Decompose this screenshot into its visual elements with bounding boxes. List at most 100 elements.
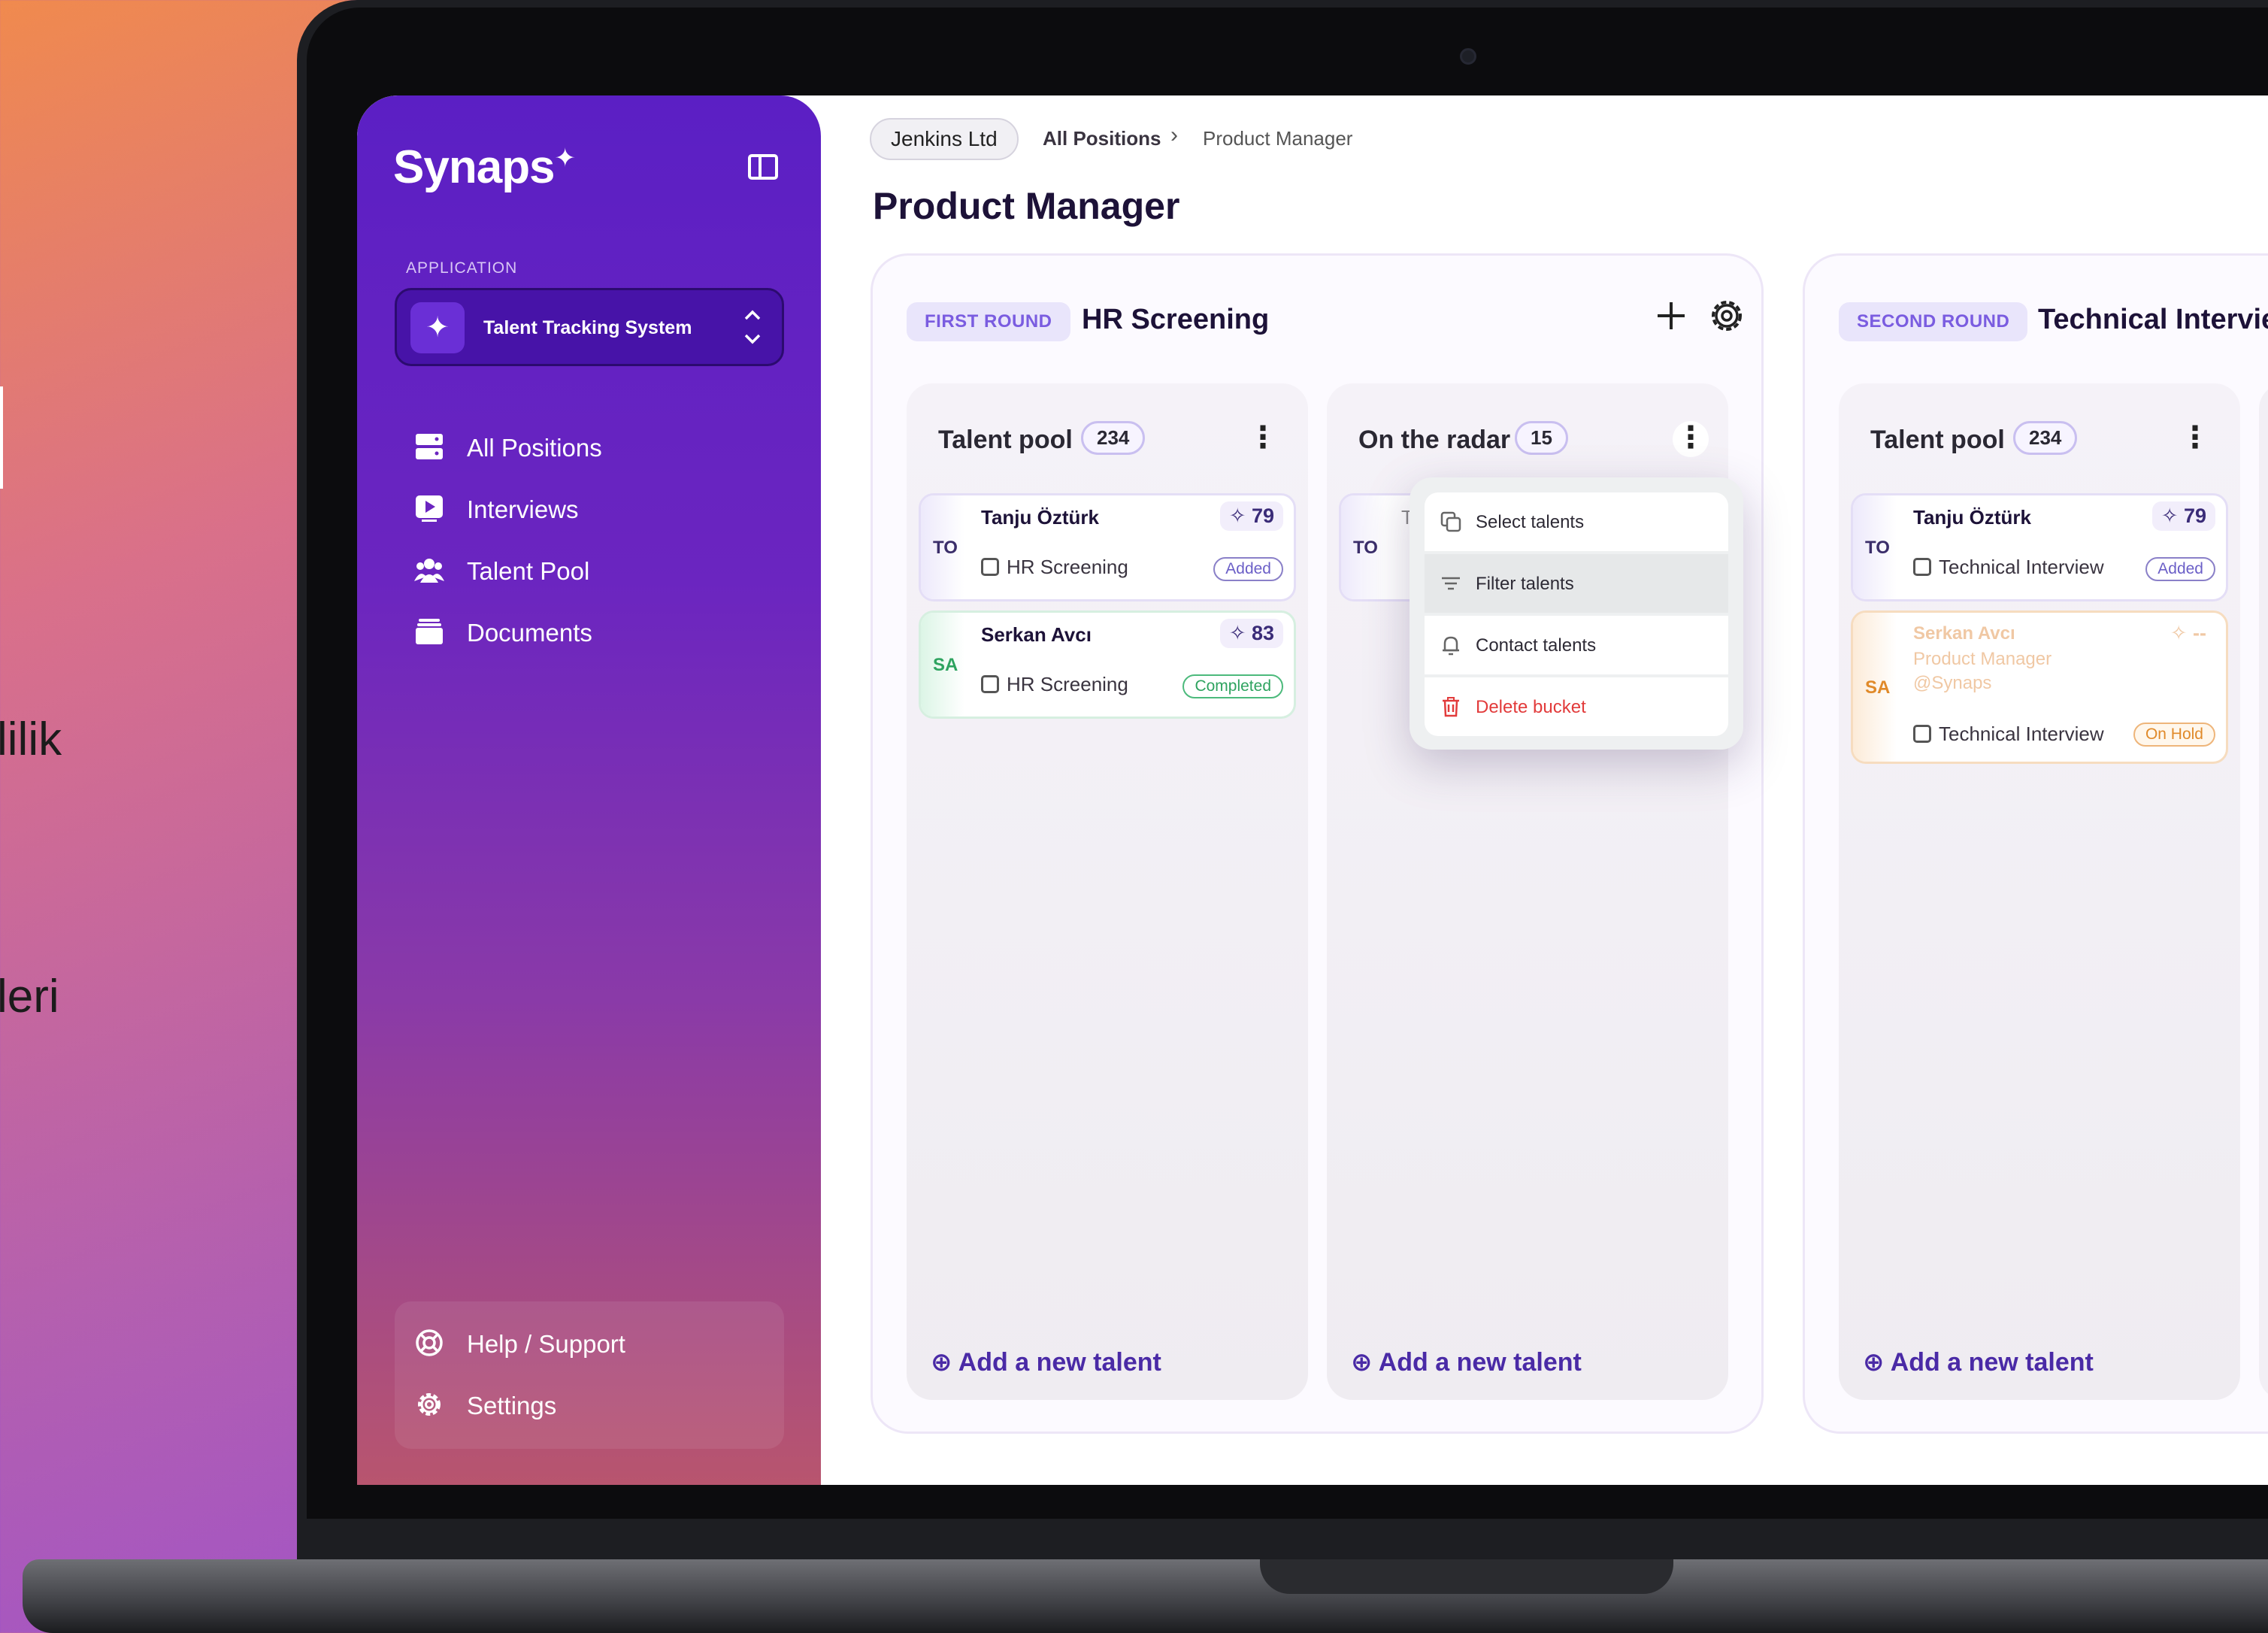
score-badge: ✧ 83 — [1219, 619, 1283, 648]
stage-label: Technical Interview — [1913, 723, 2104, 746]
breadcrumb-current: Product Manager — [1203, 127, 1353, 150]
application-label: APPLICATION — [406, 259, 518, 277]
talent-card[interactable]: SA Serkan Avcı ✧ 83 HR Screening Complet… — [919, 610, 1296, 719]
round-title: HR Screening — [1082, 304, 1270, 335]
round-tag: SECOND ROUND — [1839, 302, 2028, 341]
sidebar: Synaps✦ APPLICATION ✦ Talent Tracking Sy… — [357, 95, 821, 1485]
stage-label: HR Screening — [981, 673, 1128, 696]
talent-name: Tanju Öztürk — [1913, 506, 2031, 529]
sidebar-footer: Help / Support Settings — [395, 1301, 784, 1449]
talent-name: Serkan Avcı — [981, 623, 1092, 646]
more-vertical-icon[interactable]: ⋮ — [1246, 421, 1279, 459]
score-badge: ✧ 79 — [1219, 501, 1283, 531]
plus-circle-icon: ⊕ — [1351, 1348, 1379, 1377]
app-screen: Synaps✦ APPLICATION ✦ Talent Tracking Sy… — [357, 95, 2268, 1485]
menu-item-delete-bucket[interactable]: Delete bucket — [1425, 677, 1728, 736]
talent-org: @Synaps — [1913, 673, 1992, 693]
sparkle-icon: ✧ — [1228, 504, 1252, 527]
count-badge: 15 — [1515, 421, 1568, 455]
menu-item-select-talents[interactable]: Select talents — [1425, 492, 1728, 551]
sparkle-icon: ✧ — [2161, 504, 2184, 527]
add-talent-button[interactable]: ⊕ Add a new talent — [1351, 1347, 1582, 1377]
background-bar — [0, 386, 3, 489]
breadcrumb-section[interactable]: All Positions — [1043, 127, 1161, 150]
avatar: TO — [1353, 538, 1378, 558]
sidebar-item-label: Talent Pool — [467, 557, 590, 585]
chevron-right-icon: › — [1170, 123, 1178, 147]
background-text: leri — [0, 971, 59, 1023]
user-square-icon — [1913, 558, 1931, 576]
sidebar-collapse-icon[interactable] — [748, 154, 778, 180]
sidebar-item-settings[interactable]: Settings — [414, 1386, 760, 1423]
add-bucket-icon[interactable] — [1655, 298, 1688, 341]
status-badge: Added — [1213, 557, 1283, 581]
round-title: Technical Intervie — [2038, 304, 2268, 335]
sidebar-item-interviews[interactable]: Interviews — [414, 489, 760, 527]
plus-circle-icon: ⊕ — [931, 1348, 958, 1377]
count-badge: 234 — [2013, 421, 2078, 455]
sidebar-item-all-positions[interactable]: All Positions — [414, 428, 760, 465]
logo: Synaps✦ — [393, 141, 576, 193]
bucket-title: Talent pool — [1870, 426, 2005, 454]
status-badge: Added — [2145, 557, 2215, 581]
avatar: SA — [1865, 677, 1891, 698]
more-vertical-icon[interactable]: ⋮ — [2179, 421, 2212, 459]
sidebar-item-talent-pool[interactable]: Talent Pool — [414, 551, 760, 589]
bucket-title: Talent pool — [938, 426, 1073, 454]
laptop-base — [23, 1559, 2268, 1633]
sidebar-item-label: Settings — [467, 1392, 557, 1419]
sparkle-icon: ✦ — [410, 302, 465, 353]
play-icon — [416, 495, 443, 522]
user-square-icon — [981, 558, 999, 576]
breadcrumb-org[interactable]: Jenkins Ltd — [870, 118, 1019, 160]
menu-item-label: Filter talents — [1476, 574, 1574, 594]
sidebar-item-label: All Positions — [467, 434, 602, 462]
talent-position: Product Manager — [1913, 649, 2052, 669]
sidebar-item-label: Documents — [467, 619, 592, 647]
talent-card[interactable]: SA Serkan Avcı Product Manager @Synaps ✧… — [1851, 610, 2228, 764]
round-column: SECOND ROUND Technical Intervie Talent p… — [1803, 253, 2268, 1434]
sidebar-item-label: Interviews — [467, 495, 579, 523]
stage-label: Technical Interview — [1913, 556, 2104, 579]
trash-icon — [1443, 697, 1459, 717]
status-badge: Completed — [1182, 674, 1283, 698]
status-badge: On Hold — [2133, 723, 2215, 747]
count-badge: 234 — [1081, 421, 1146, 455]
application-name: Talent Tracking System — [483, 317, 692, 338]
bucket-context-menu: Select talents Filter talents Contact ta… — [1410, 477, 1743, 750]
round-tag: FIRST ROUND — [907, 302, 1070, 341]
bell-icon — [1443, 636, 1459, 656]
user-square-icon — [1913, 725, 1931, 743]
copy-icon — [1440, 511, 1461, 532]
avatar: TO — [1865, 538, 1890, 558]
server-icon — [416, 434, 443, 459]
menu-item-filter-talents[interactable]: Filter talents — [1425, 554, 1728, 613]
user-square-icon — [981, 675, 999, 693]
sparkle-icon: ✧ — [2170, 622, 2194, 644]
round-column: FIRST ROUND HR Screening Talent pool 234… — [871, 253, 1764, 1434]
plus-circle-icon: ⊕ — [1863, 1348, 1891, 1377]
background-text: lilik — [0, 713, 62, 765]
talent-card[interactable]: TO Tanju Öztürk ✧ 79 HR Screening Added — [919, 493, 1296, 601]
talent-name: Serkan Avcı — [1913, 623, 2015, 644]
gear-icon[interactable] — [1709, 298, 1745, 343]
avatar: TO — [933, 538, 958, 558]
camera — [1460, 48, 1476, 65]
application-selector[interactable]: ✦ Talent Tracking System — [395, 288, 784, 366]
chevron-up-down-icon — [741, 307, 764, 350]
score-badge: ✧ 79 — [2151, 501, 2215, 531]
add-talent-button[interactable]: ⊕ Add a new talent — [931, 1347, 1161, 1377]
menu-item-label: Select talents — [1476, 512, 1585, 532]
menu-item-contact-talents[interactable]: Contact talents — [1425, 616, 1728, 674]
laptop-notch — [1260, 1559, 1673, 1594]
sidebar-item-documents[interactable]: Documents — [414, 613, 760, 650]
bucket-title: On the radar — [1358, 426, 1511, 454]
talent-card[interactable]: TO Tanju Öztürk ✧ 79 Technical Interview… — [1851, 493, 2228, 601]
bucket-partial — [2259, 383, 2268, 1400]
more-vertical-icon[interactable]: ⋮ — [1673, 421, 1709, 457]
sidebar-item-label: Help / Support — [467, 1330, 625, 1358]
sidebar-item-help-support[interactable]: Help / Support — [414, 1324, 760, 1362]
page-title: Product Manager — [873, 185, 1180, 227]
score-badge: ✧ -- — [2161, 619, 2215, 648]
add-talent-button[interactable]: ⊕ Add a new talent — [1863, 1347, 2094, 1377]
